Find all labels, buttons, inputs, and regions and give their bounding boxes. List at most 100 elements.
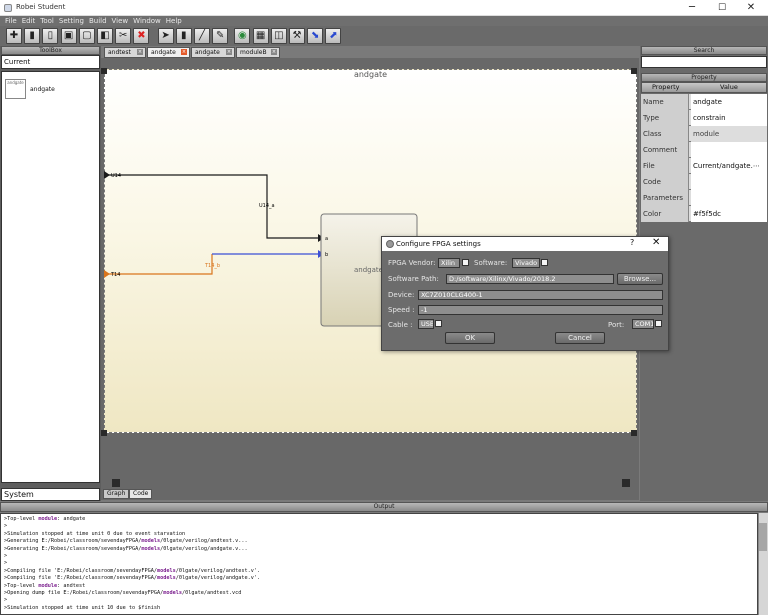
property-row[interactable]: Code — [641, 174, 767, 190]
property-row[interactable]: Parameters — [641, 190, 767, 206]
property-row[interactable]: File Current/andgate.⋯ — [641, 158, 767, 174]
speed-label: Speed : — [388, 306, 415, 314]
output-line: >Simulation stopped at time unit 10 due … — [4, 605, 754, 612]
property-row[interactable]: Class module — [641, 126, 767, 142]
output-text: >Generating E:/Robei/classroom/sevendayF… — [4, 545, 142, 552]
wire-a[interactable] — [106, 174, 318, 239]
output-line: > — [4, 523, 754, 530]
software-dropdown-icon[interactable] — [541, 259, 548, 266]
col-value: Value — [720, 83, 738, 91]
cable-select[interactable]: USB — [418, 319, 434, 329]
vendor-dropdown-icon[interactable] — [462, 259, 469, 266]
output-text: >Generating E:/Robei/classroom/sevendayF… — [4, 538, 142, 545]
pin-label-t14: T14 — [110, 272, 120, 278]
output-keyword: models — [157, 567, 176, 574]
output-text: /0lgate/verilog/andgate.v'. — [175, 575, 261, 582]
output-text: /0lgate/verilog/andgate.v... — [160, 545, 248, 552]
property-value[interactable]: Current/andgate.⋯ — [691, 158, 767, 174]
property-value[interactable]: constrain — [691, 110, 767, 126]
output-keyword: module — [38, 516, 58, 522]
property-value[interactable] — [691, 142, 767, 158]
property-columns: Property Value — [641, 82, 767, 93]
output-text: : andtest — [57, 582, 86, 589]
path-label: Software Path: — [388, 275, 439, 283]
property-row[interactable]: Type constrain — [641, 110, 767, 126]
output-header: Output — [0, 502, 768, 512]
output-line: >Opening dump file E:/Robei/classroom/se… — [4, 590, 754, 597]
property-key: Type — [641, 110, 689, 126]
output-keyword: models — [157, 575, 176, 582]
property-key: Parameters — [641, 190, 689, 206]
output-line: > — [4, 560, 754, 567]
output-text: > — [4, 597, 8, 604]
property-row[interactable]: Color #f5f5dc — [641, 206, 767, 222]
property-value[interactable] — [691, 174, 767, 190]
software-label: Software: — [474, 259, 508, 267]
property-key: File — [641, 158, 689, 174]
output-text: /0lgate/andtest.vcd — [182, 590, 242, 597]
settings-icon — [386, 240, 394, 248]
output-keyword: module — [38, 582, 58, 589]
output-line: >Compiling file 'E:/Robei/classroom/seve… — [4, 575, 754, 582]
net-label-t14b: T14_b — [204, 263, 220, 269]
dialog-close-button[interactable]: ✕ — [652, 237, 660, 248]
tab-graph[interactable]: Graph — [103, 489, 130, 499]
cancel-button[interactable]: Cancel — [555, 332, 605, 344]
dialog-title: Configure FPGA settings — [382, 237, 668, 251]
property-key: Code — [641, 174, 689, 190]
output-text: >Simulation stopped at time unit 0 due t… — [4, 530, 186, 537]
property-header: Property — [641, 73, 767, 82]
property-key: Color — [641, 206, 689, 222]
port-label: Port: — [608, 321, 625, 329]
output-scroll-thumb[interactable] — [759, 523, 767, 551]
property-row[interactable]: Comment — [641, 142, 767, 158]
help-button[interactable]: ? — [630, 238, 634, 247]
ok-button[interactable]: OK — [445, 332, 495, 344]
software-path-input[interactable]: D:/software/Xilinx/Vivado/2018.2 — [446, 274, 614, 284]
output-line: >Simulation stopped at time unit 0 due t… — [4, 531, 754, 538]
browse-button[interactable]: Browse... — [617, 273, 663, 285]
output-text: /0lgate/verilog/andtest.v'. — [175, 567, 261, 574]
speed-input[interactable]: -1 — [418, 305, 663, 315]
output-keyword: models — [141, 538, 161, 545]
search-input[interactable] — [641, 56, 767, 68]
output-text: >Compiling file 'E:/Robei/classroom/seve… — [4, 567, 158, 574]
output-keyword: models — [163, 590, 183, 597]
output-text: >Compiling file 'E:/Robei/classroom/seve… — [4, 575, 158, 582]
port-dropdown-icon[interactable] — [655, 320, 662, 327]
output-text: /0lgate/verilog/andtest.v... — [160, 538, 248, 545]
output-line: >Generating E:/Robei/classroom/sevendayF… — [4, 538, 754, 545]
property-value[interactable]: module — [691, 126, 767, 142]
property-table: Name andgate Type constrain Class module Comme… — [641, 94, 767, 222]
software-select[interactable]: Vivado — [512, 258, 540, 268]
output-text: >Simulation stopped at time unit 10 due … — [4, 604, 161, 611]
output-text: >Top-level — [4, 582, 39, 589]
tab-code[interactable]: Code — [129, 489, 153, 499]
output-text: : andgate — [57, 516, 86, 522]
property-value[interactable]: #f5f5dc — [691, 206, 767, 222]
property-value[interactable]: andgate — [691, 94, 767, 110]
pin-label-u14: U14 — [111, 173, 121, 179]
port-b-label: b — [325, 252, 328, 258]
vendor-select[interactable]: Xilin — [438, 258, 460, 268]
output-line: >Top-level module: andgate — [4, 516, 754, 523]
output-text: >Opening dump file E:/Robei/classroom/se… — [4, 590, 164, 597]
property-value[interactable] — [691, 190, 767, 206]
port-select[interactable]: COM1 — [632, 319, 654, 329]
output-line: > — [4, 553, 754, 560]
property-row[interactable]: Name andgate — [641, 94, 767, 110]
device-input[interactable]: XC7Z010CLG400-1 — [418, 290, 663, 300]
output-keyword: models — [141, 545, 161, 552]
vendor-label: FPGA Vendor: — [388, 259, 436, 267]
input-pin-icon[interactable] — [104, 171, 110, 179]
output-console[interactable]: >Top-level module: andgate > >Simulation s… — [0, 513, 758, 615]
property-key: Name — [641, 94, 689, 110]
block-label: andgate — [354, 266, 383, 274]
device-label: Device: — [388, 291, 415, 299]
output-text: > — [4, 560, 8, 567]
search-header: Search — [641, 46, 767, 55]
cable-dropdown-icon[interactable] — [435, 320, 442, 327]
input-pin-icon[interactable] — [104, 270, 110, 278]
output-line: >Compiling file 'E:/Robei/classroom/seve… — [4, 568, 754, 575]
output-line: >Top-level module: andtest — [4, 583, 754, 590]
